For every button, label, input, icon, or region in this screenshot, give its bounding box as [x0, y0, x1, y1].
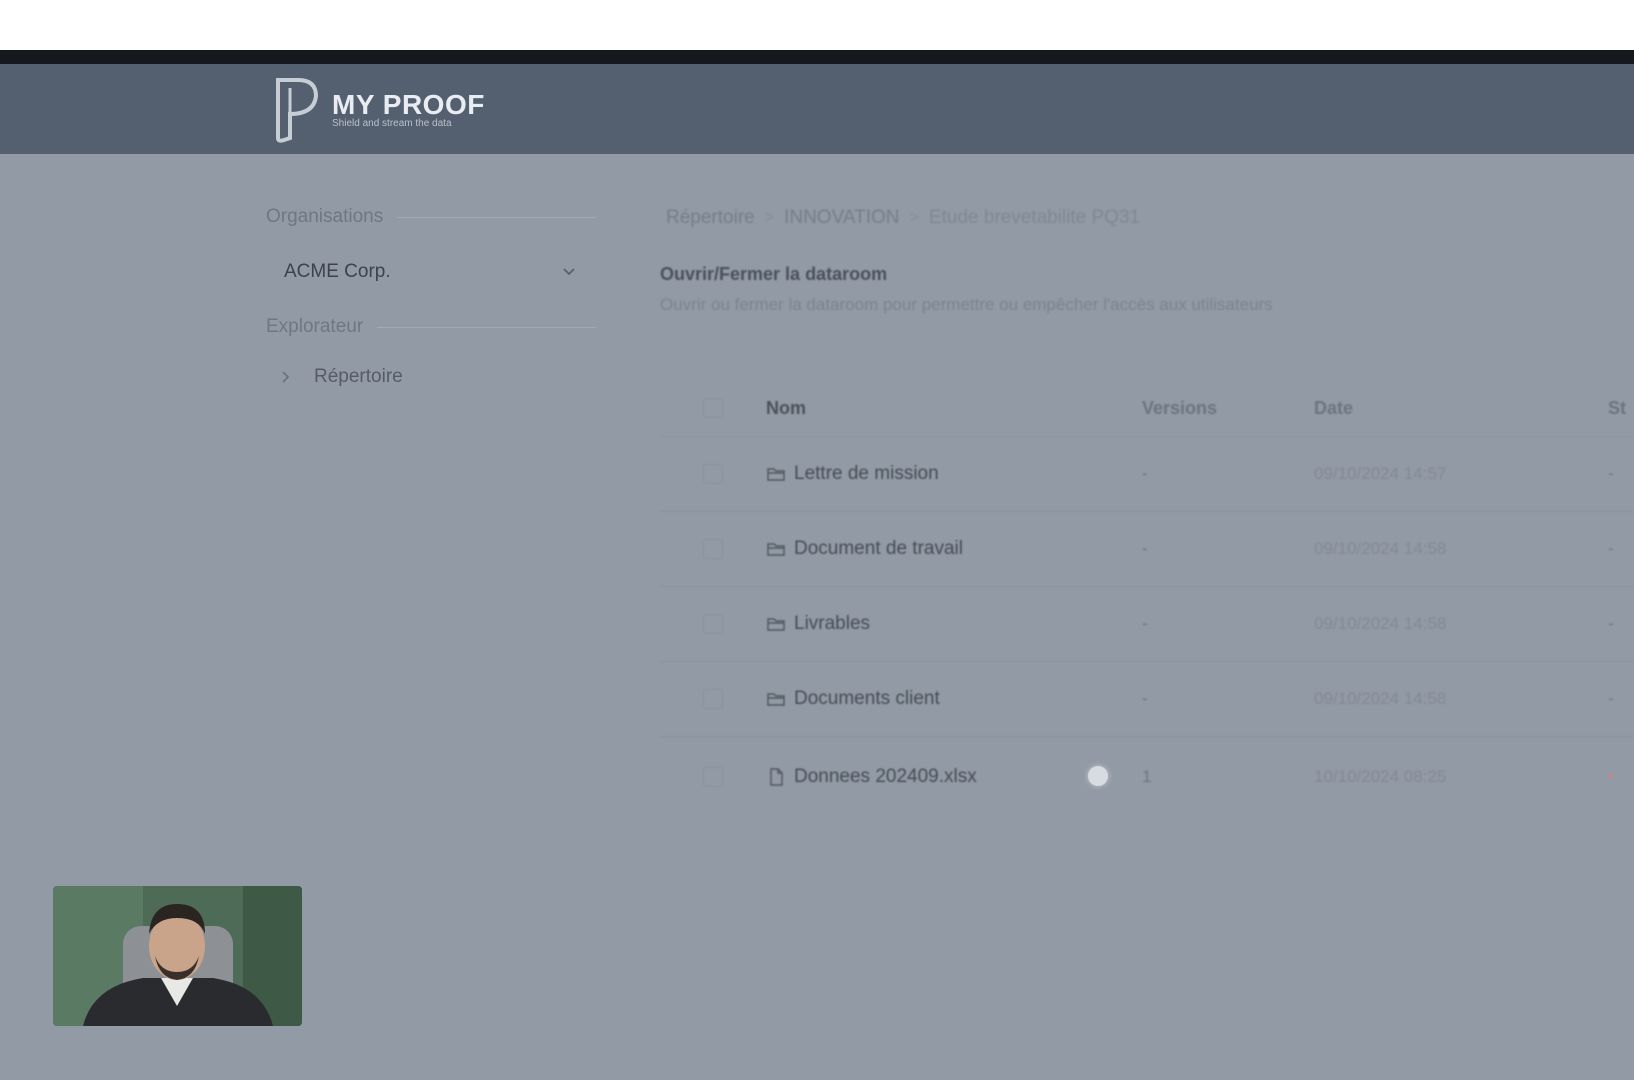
row-versions: 1	[1142, 767, 1152, 786]
row-status: -	[1608, 464, 1614, 483]
main-panel: Répertoire > INNOVATION > Etude brevetab…	[660, 202, 1634, 787]
tree-item-label: Répertoire	[314, 366, 403, 387]
webcam-overlay	[53, 886, 302, 1026]
breadcrumb-item-repertoire[interactable]: Répertoire	[666, 207, 755, 229]
window-top-bar	[0, 50, 1634, 64]
presenter-video	[53, 886, 302, 1026]
folder-icon	[767, 693, 785, 706]
breadcrumb-separator: >	[909, 209, 919, 226]
select-all-checkbox[interactable]	[703, 398, 723, 418]
folder-icon	[767, 468, 785, 481]
breadcrumb-item-current: Etude brevetabilite PQ31	[928, 207, 1141, 228]
app-name: MY PROOF	[332, 88, 485, 120]
row-checkbox[interactable]	[703, 767, 723, 787]
row-status: -	[1608, 689, 1614, 708]
breadcrumb-separator: >	[764, 209, 775, 226]
row-date: 09/10/2024 14:58	[1314, 689, 1447, 708]
row-checkbox[interactable]	[703, 614, 723, 634]
table-row[interactable]: Document de travail - 09/10/2024 14:58 -	[660, 512, 1634, 587]
app-logo[interactable]: MY PROOF Shield and stream the data	[270, 74, 485, 144]
folder-icon	[767, 618, 785, 631]
row-checkbox[interactable]	[703, 539, 723, 559]
tree-item-repertoire[interactable]: Répertoire	[266, 362, 596, 392]
breadcrumb: Répertoire > INNOVATION > Etude brevetab…	[660, 202, 1634, 234]
sidebar: Organisations ACME Corp. Explorateur Rép…	[266, 202, 596, 392]
row-name[interactable]: Lettre de mission	[794, 463, 939, 485]
row-date: 09/10/2024 14:58	[1314, 614, 1447, 633]
logo-mark-icon	[276, 78, 319, 143]
breadcrumb-item-innovation[interactable]: INNOVATION	[784, 207, 899, 229]
row-name[interactable]: Document de travail	[794, 538, 963, 560]
row-versions: -	[1142, 689, 1148, 708]
explorer-section-title: Explorateur	[266, 312, 596, 342]
app-tagline: Shield and stream the data	[332, 117, 452, 129]
column-header-date[interactable]: Date	[1314, 398, 1608, 419]
browser-top-area	[0, 0, 1634, 50]
table-row[interactable]: Livrables - 09/10/2024 14:58 -	[660, 587, 1634, 662]
row-date: 09/10/2024 14:58	[1314, 539, 1447, 558]
row-name[interactable]: Documents client	[794, 688, 940, 710]
documents-table: Nom Versions Date St Lettre de mission -…	[660, 380, 1634, 817]
organisation-select-value: ACME Corp.	[284, 261, 391, 282]
folder-icon	[767, 543, 785, 556]
row-status: -	[1608, 614, 1614, 633]
row-date: 10/10/2024 08:25	[1314, 767, 1447, 786]
dataroom-toggle-description: Ouvrir ou fermer la dataroom pour permet…	[660, 295, 1273, 314]
table-row[interactable]: Documents client - 09/10/2024 14:58 -	[660, 662, 1634, 737]
organisations-section-title: Organisations	[266, 202, 596, 232]
chevron-right-icon[interactable]	[278, 369, 294, 385]
column-header-versions[interactable]: Versions	[1142, 398, 1314, 419]
row-status: •	[1608, 767, 1614, 786]
table-header: Nom Versions Date St	[660, 380, 1634, 437]
file-icon	[770, 768, 783, 786]
table-row[interactable]: Lettre de mission - 09/10/2024 14:57 -	[660, 437, 1634, 512]
row-status: -	[1608, 539, 1614, 558]
row-date: 09/10/2024 14:57	[1314, 464, 1447, 483]
row-name[interactable]: Livrables	[794, 613, 870, 635]
row-versions: -	[1142, 539, 1148, 558]
app-header: MY PROOF Shield and stream the data	[0, 64, 1634, 154]
row-checkbox[interactable]	[703, 464, 723, 484]
row-checkbox[interactable]	[703, 689, 723, 709]
row-name[interactable]: Donnees 202409.xlsx	[794, 766, 977, 788]
mouse-cursor	[1088, 766, 1108, 786]
column-header-status[interactable]: St	[1608, 398, 1634, 419]
organisation-select[interactable]: ACME Corp.	[266, 252, 596, 292]
row-versions: -	[1142, 614, 1148, 633]
column-header-name[interactable]: Nom	[766, 398, 1142, 419]
dataroom-toggle-title: Ouvrir/Fermer la dataroom	[660, 264, 888, 284]
row-versions: -	[1142, 464, 1148, 483]
chevron-down-icon	[563, 268, 575, 276]
table-row[interactable]: Donnees 202409.xlsx 1 10/10/2024 08:25 •	[660, 737, 1634, 817]
